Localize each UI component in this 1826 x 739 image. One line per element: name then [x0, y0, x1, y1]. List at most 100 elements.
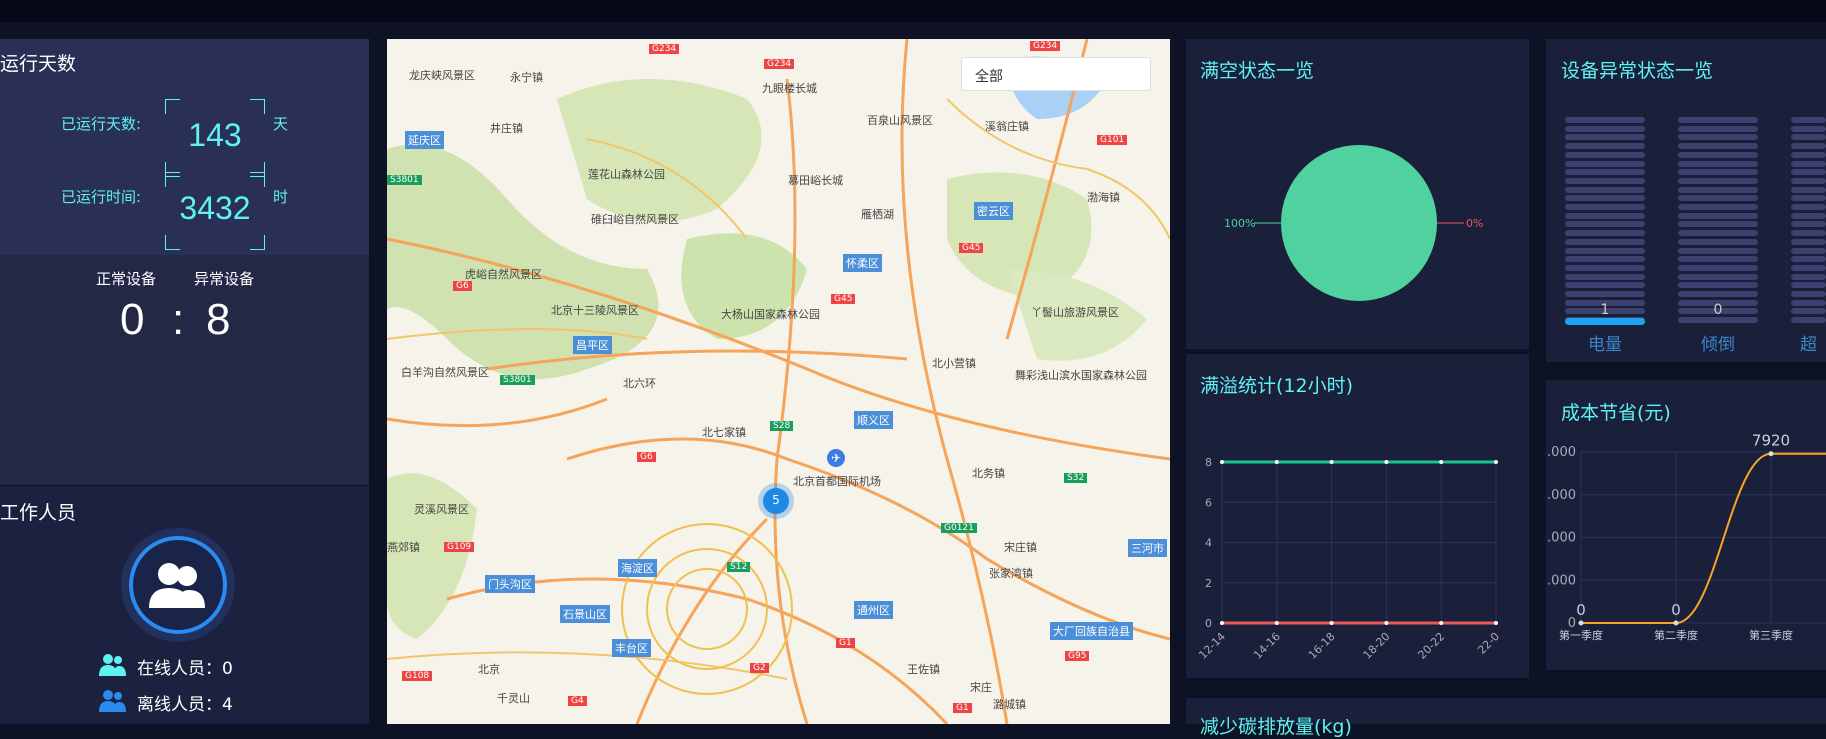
- pie-label-left: 100%: [1224, 217, 1255, 230]
- days-value: 143: [188, 117, 242, 153]
- series-point: [1274, 460, 1279, 464]
- map-place-label: 灵溪风景区: [414, 503, 469, 516]
- bar-segment: [1565, 256, 1645, 263]
- map-place-label: 北京: [478, 663, 500, 676]
- bar-label: 超: [1800, 335, 1817, 355]
- x-tick-label: 第二季度: [1654, 628, 1698, 642]
- series-point: [1329, 621, 1334, 625]
- overflow-line-chart: 0 2 4 6 8 12-14 14-16 16-18 18-20 20-22 22-0: [1196, 456, 1502, 662]
- map-place-label: 北京十三陵风景区: [551, 304, 639, 317]
- map-place-label: 虎峪自然风景区: [465, 268, 542, 281]
- carbon-title: 减少碳排放量(kg): [1200, 716, 1352, 738]
- bar-segment: [1678, 177, 1758, 184]
- bar-segment: [1678, 273, 1758, 280]
- series-point: [1220, 621, 1224, 625]
- x-tick-label: 12-14: [1196, 630, 1228, 662]
- bar-segment: [1678, 291, 1758, 297]
- map-place-label: 燕郊镇: [387, 541, 420, 554]
- map-road-badge: S28: [770, 421, 794, 431]
- bar-segment: [1565, 238, 1645, 245]
- map-road-badge: G108: [402, 671, 433, 681]
- bar-segment: [1678, 212, 1758, 219]
- bar-segment: [1791, 317, 1826, 324]
- map-place-label: 丫髻山旅游风景区: [1031, 306, 1119, 319]
- map-filter-select[interactable]: 全部 ⌄: [961, 57, 1151, 91]
- x-tick-label: 14-16: [1251, 630, 1283, 662]
- bar-segment: [1678, 125, 1758, 132]
- normal-device-label: 正常设备: [96, 270, 157, 288]
- bar-segment: [1565, 195, 1645, 202]
- offline-users-icon: [99, 690, 126, 712]
- y-tick-label: .000: [1547, 445, 1576, 460]
- map-district-label: 怀柔区: [843, 254, 882, 272]
- data-label: 0: [1576, 601, 1586, 619]
- map-place-label: 碓臼峪自然风景区: [591, 213, 679, 226]
- map-view[interactable]: 龙庆峡风景区 永宁镇 井庄镇 九眼楼长城 百泉山风景区 溪翁庄镇 莲花山森林公园 慕田峪长城雁…: [387, 39, 1170, 724]
- bar-segment: [1791, 264, 1826, 271]
- map-road-badge: G234: [764, 59, 795, 69]
- bar-segment: [1678, 264, 1758, 271]
- days-label: 已运行天数:: [61, 115, 142, 133]
- map-place-label: 溪翁庄镇: [985, 120, 1029, 133]
- bar-segment: [1791, 247, 1826, 254]
- map-district-label: 昌平区: [573, 336, 612, 354]
- map-cluster-marker[interactable]: 5: [763, 488, 789, 514]
- map-road-badge: G6: [453, 281, 472, 291]
- map-place-label: 北七家镇: [702, 426, 746, 439]
- map-road-badge: S12: [727, 562, 751, 572]
- bar-segment: [1565, 169, 1645, 176]
- bar-segment: [1678, 134, 1758, 141]
- running-days-title: 运行天数: [0, 53, 77, 75]
- bar-segment: [1565, 221, 1645, 228]
- days-unit: 天: [273, 115, 289, 133]
- series-point: [1768, 451, 1774, 457]
- abnormal-device-label: 异常设备: [194, 270, 255, 288]
- data-label: 7920: [1752, 432, 1790, 450]
- cost-line-chart: 0.000.000.000.000第一季度 第二季度 第三季度0 07920: [1547, 432, 1826, 642]
- empty-status-pie: 100% 0%: [1224, 145, 1483, 301]
- normal-device-count: 0: [120, 295, 145, 344]
- map-road-badge: G45: [831, 294, 856, 304]
- series-point: [1673, 620, 1679, 626]
- map-road-badge: G45: [959, 243, 984, 253]
- x-tick-label: 20-22: [1416, 630, 1448, 662]
- map-road-badge: S32: [1064, 473, 1088, 483]
- map-place-label: 井庄镇: [490, 122, 523, 135]
- map-place-label: 雁栖湖: [861, 208, 894, 221]
- map-district-label: 顺义区: [854, 411, 893, 429]
- map-place-label: 九眼楼长城: [762, 82, 817, 95]
- bar-segment: [1565, 230, 1645, 237]
- bar-segment: [1791, 143, 1826, 150]
- bar-segment: [1791, 169, 1826, 176]
- map-road-badge: G95: [1065, 651, 1090, 661]
- map-place-label: 渤海镇: [1087, 191, 1120, 204]
- bar-segment: [1791, 291, 1826, 297]
- map-road-badge: G4: [568, 696, 587, 706]
- series-point: [1329, 460, 1334, 464]
- bar-segment: [1678, 151, 1758, 158]
- users-icon: [149, 563, 205, 608]
- bar-segment: [1678, 221, 1758, 228]
- map-place-label: 永宁镇: [510, 71, 543, 84]
- bar-label: 电量: [1588, 335, 1622, 355]
- cost-series-line: [1581, 452, 1826, 624]
- y-tick-label: 6: [1205, 496, 1212, 509]
- bar-segment: [1565, 117, 1645, 123]
- map-place-label: 宋庄镇: [1004, 541, 1037, 554]
- map-place-label: 龙庆峡风景区: [409, 69, 475, 82]
- bar-segment: [1565, 282, 1645, 289]
- bar-segment: [1791, 204, 1826, 210]
- bar-segment: [1678, 230, 1758, 237]
- bar-segment: [1565, 125, 1645, 132]
- series-point: [1220, 460, 1224, 464]
- y-tick-label: .000: [1547, 531, 1576, 546]
- map-district-label: 延庆区: [405, 131, 444, 149]
- map-place-label: 慕田峪长城: [788, 174, 843, 187]
- map-road-badge: G1: [836, 638, 855, 648]
- map-district-label: 三河市: [1128, 539, 1167, 557]
- bar-segment: [1678, 238, 1758, 245]
- bar-segment: [1791, 151, 1826, 158]
- online-staff: 在线人员：0: [137, 659, 233, 679]
- bar-segment: [1678, 160, 1758, 167]
- device-abnormal-title: 设备异常状态一览: [1561, 60, 1714, 82]
